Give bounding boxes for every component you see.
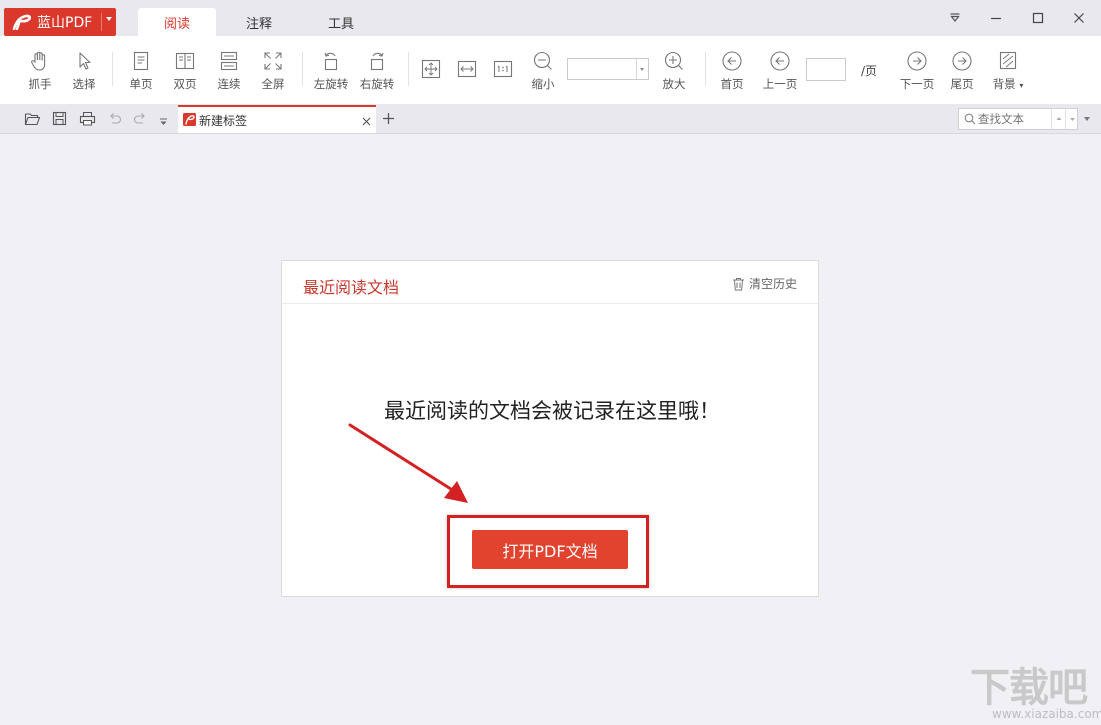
background-label: 背景 ▾ [992,77,1024,91]
next-page-button[interactable]: 下一页 [895,50,939,92]
fit-page-icon [421,59,441,79]
add-tab-icon[interactable] [382,112,395,128]
actual-size-icon [493,60,513,78]
last-page-button[interactable]: 尾页 [940,50,984,92]
close-tab-icon[interactable] [362,115,371,129]
double-page-button[interactable]: 双页 [163,50,207,92]
background-icon [999,51,1017,70]
search-prev-icon[interactable] [1051,109,1066,129]
fullscreen-button[interactable]: 全屏 [251,50,295,92]
zoom-out-label: 缩小 [531,77,555,91]
maximize-icon[interactable] [1023,8,1053,28]
zoom-in-button[interactable]: 放大 [652,50,696,92]
minimize-icon[interactable] [981,8,1011,28]
annotation-arrow [348,423,468,503]
rotate-right-label: 右旋转 [359,77,395,91]
document-tab-title: 新建标签 [199,114,248,128]
next-page-icon [907,51,927,71]
fullscreen-label: 全屏 [261,77,285,91]
hand-tool-button[interactable]: 抓手 [18,50,62,92]
continuous-button[interactable]: 连续 [207,50,251,92]
first-page-label: 首页 [720,77,744,91]
zoom-out-icon [533,51,552,70]
app-name: 蓝山PDF [37,15,93,31]
rotate-right-button[interactable]: 右旋转 [355,50,399,92]
prev-page-icon [770,51,790,71]
zoom-in-label: 放大 [662,77,686,91]
last-page-label: 尾页 [950,77,974,91]
toolbar-separator [302,52,303,86]
fit-width-icon [457,60,477,78]
tab-tools[interactable]: 工具 [302,8,380,36]
zoom-out-button[interactable]: 缩小 [521,50,565,92]
cursor-icon [79,52,91,70]
single-page-label: 单页 [129,77,153,91]
prev-page-button[interactable]: 上一页 [758,50,802,92]
select-tool-label: 选择 [72,77,96,91]
app-logo-icon [12,14,32,30]
save-icon[interactable] [52,111,67,129]
redo-icon[interactable] [133,111,148,129]
quick-access-more-icon[interactable] [159,115,168,129]
document-tab-strip: 新建标签 [0,104,1101,134]
first-page-icon [722,51,742,71]
close-icon[interactable] [1064,8,1094,28]
undo-icon[interactable] [107,111,122,129]
app-menu-arrow-icon[interactable] [106,17,112,21]
clear-history-label: 清空历史 [749,277,798,291]
single-page-icon [133,51,149,71]
rotate-right-icon [370,52,384,71]
rotate-left-button[interactable]: 左旋转 [309,50,353,92]
app-menu-button[interactable]: 蓝山PDF [4,8,116,36]
tab-read[interactable]: 阅读 [138,8,216,36]
app-menu-separator [101,13,102,31]
prev-page-label: 上一页 [762,77,798,91]
first-page-button[interactable]: 首页 [710,50,754,92]
dropdown-icon[interactable] [940,8,970,28]
background-button[interactable]: 背景 ▾ [986,50,1030,92]
rotate-left-icon [324,52,338,71]
watermark: 下载吧 www.xiazaiba.com [950,655,1101,725]
actual-size-button[interactable] [481,58,525,80]
chevron-down-icon[interactable] [636,59,648,79]
print-icon[interactable] [79,111,96,129]
zoom-level-select[interactable] [567,58,649,80]
trash-icon [733,277,744,290]
hand-icon [31,51,46,71]
document-tab[interactable]: 新建标签 [178,105,376,133]
watermark-text: 下载吧 [970,665,1088,711]
recent-documents-header: 最近阅读文档 清空历史 [282,261,818,304]
hand-tool-label: 抓手 [28,77,52,91]
next-page-label: 下一页 [899,77,935,91]
select-tool-button[interactable]: 选择 [62,50,106,92]
search-next-icon[interactable] [1065,109,1079,129]
fullscreen-icon [264,52,282,70]
toolbar-separator [112,52,113,86]
double-page-icon [175,52,195,70]
rotate-left-label: 左旋转 [313,77,349,91]
search-icon [964,113,976,128]
clear-history-button[interactable]: 清空历史 [732,275,797,292]
search-box [958,108,1078,130]
title-bar: 蓝山PDF 阅读 注释 工具 [0,0,1101,36]
continuous-label: 连续 [217,77,241,91]
search-input[interactable] [978,110,1048,128]
double-page-label: 双页 [173,77,197,91]
open-pdf-button[interactable]: 打开PDF文档 [472,530,628,569]
last-page-icon [952,51,972,71]
recent-documents-title: 最近阅读文档 [303,278,400,297]
continuous-icon [220,51,238,71]
watermark-url: www.xiazaiba.com [992,707,1101,721]
tab-annotate[interactable]: 注释 [220,8,298,36]
toolbar-separator [705,52,706,86]
open-folder-icon[interactable] [24,111,41,129]
page-count-label: /页 [861,64,878,78]
page-number-input[interactable] [806,58,846,81]
zoom-in-icon [664,51,683,70]
single-page-button[interactable]: 单页 [119,50,163,92]
tabstrip-more-icon[interactable] [1084,117,1090,121]
toolbar: 抓手 选择 单页 双页 连续 全屏 左旋转 右旋转 缩小 放大 首页 上一页 /… [0,36,1101,105]
pdf-file-icon [183,113,196,129]
